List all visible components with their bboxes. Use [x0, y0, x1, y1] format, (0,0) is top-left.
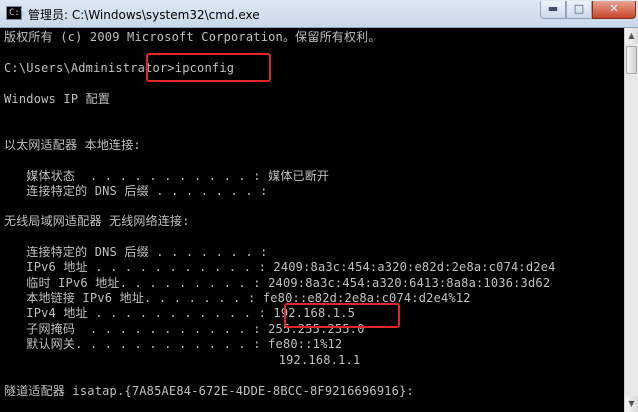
maximize-button[interactable]: □ [566, 1, 592, 19]
media-state-line: 媒体状态 . . . . . . . . . . . : 媒体已断开 [4, 169, 330, 183]
default-gateway-ipv4-line: 192.168.1.1 [4, 353, 361, 367]
vertical-scrollbar[interactable]: ▲ ▼ [624, 28, 638, 412]
ipconfig-command-highlight [146, 53, 271, 82]
ipv6-address-line: IPv6 地址 . . . . . . . . . . . : 2409:8a3… [4, 260, 556, 274]
ethernet-adapter-header: 以太网适配器 本地连接: [4, 138, 141, 152]
wireless-adapter-header: 无线局域网适配器 无线网络连接: [4, 214, 190, 228]
default-gateway-line: 默认网关. . . . . . . . . . . . : fe80::1%12 [4, 337, 343, 351]
console-output[interactable]: 版权所有 (c) 2009 Microsoft Corporation。保留所有… [0, 28, 624, 412]
wireless-dns-suffix-line: 连接特定的 DNS 后缀 . . . . . . . : [4, 245, 268, 259]
scrollbar-thumb[interactable] [626, 46, 637, 74]
scroll-down-arrow-icon[interactable]: ▼ [625, 396, 638, 412]
command-prompt-icon: C:\ [6, 6, 25, 20]
dns-suffix-line: 连接特定的 DNS 后缀 . . . . . . . : [4, 184, 268, 198]
minimize-button[interactable]: ▬ [540, 1, 566, 19]
close-button[interactable]: ✕ [592, 1, 636, 19]
tunnel-adapter-header: 隧道适配器 isatap.{7A85AE84-672E-4DDE-8BCC-8F… [4, 384, 414, 398]
window-title: 管理员: C:\Windows\system32\cmd.exe [28, 8, 260, 22]
scroll-up-arrow-icon[interactable]: ▲ [625, 28, 638, 44]
ip-config-header: Windows IP 配置 [4, 92, 111, 106]
ipv4-address-highlight [284, 303, 400, 328]
link-local-ipv6-line: 本地链接 IPv6 地址. . . . . . . : fe80::e82d:2… [4, 291, 471, 305]
title-bar[interactable]: C:\ 管理员: C:\Windows\system32\cmd.exe ▬ □… [0, 0, 638, 28]
copyright-line: 版权所有 (c) 2009 Microsoft Corporation。保留所有… [4, 30, 381, 44]
temp-ipv6-address-line: 临时 IPv6 地址. . . . . . . . . : 2409:8a3c:… [4, 276, 551, 290]
